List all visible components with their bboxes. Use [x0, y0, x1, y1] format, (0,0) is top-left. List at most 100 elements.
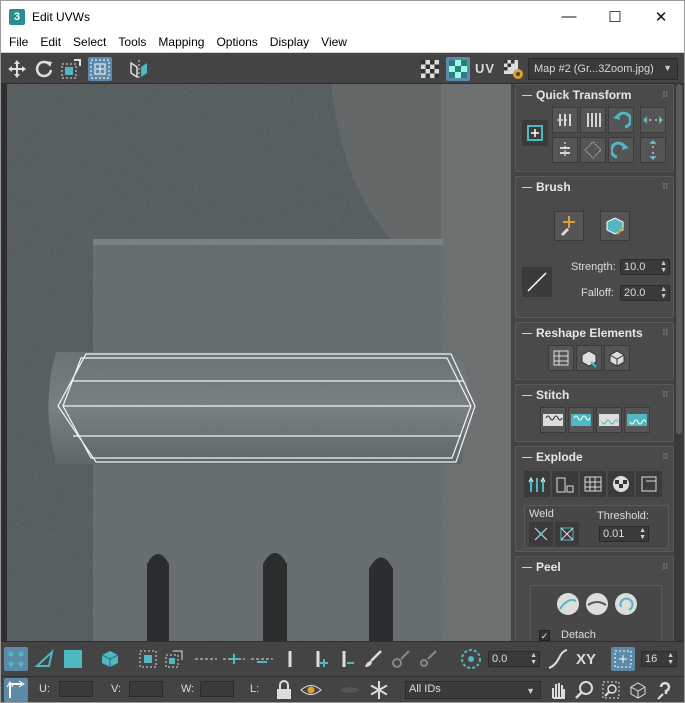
set-pivot-button[interactable] [522, 120, 548, 146]
zoom-button[interactable] [572, 678, 596, 702]
panel-scrollbar[interactable] [674, 84, 684, 641]
paint-select-button[interactable] [361, 647, 385, 671]
freeze-selection-button[interactable] [367, 678, 391, 702]
checker-pattern-button[interactable] [418, 57, 442, 81]
falloff-space-label[interactable]: XY [576, 651, 596, 668]
help-button[interactable] [653, 678, 677, 702]
rotate-tool-button[interactable] [32, 57, 56, 81]
stitch-custom-button[interactable] [624, 407, 650, 433]
vertex-mode-button[interactable] [4, 647, 28, 671]
w-field[interactable] [200, 681, 234, 697]
mirror-tool-button[interactable] [127, 57, 151, 81]
v-field[interactable] [129, 681, 163, 697]
straighten-selection-button[interactable] [548, 345, 574, 371]
reshape-elements-header[interactable]: — Reshape Elements ⁞⁞ [516, 323, 673, 343]
paint-brush-icon [365, 650, 382, 667]
shrink-selection-button[interactable] [162, 647, 186, 671]
peel-mode-button[interactable] [584, 591, 610, 617]
polygon-mode-button[interactable] [61, 647, 85, 671]
enlarge-brush-button[interactable] [389, 647, 413, 671]
break-button[interactable] [524, 471, 550, 497]
pan-button[interactable] [546, 678, 570, 702]
straighten-button[interactable] [580, 137, 606, 163]
minimize-button[interactable]: — [546, 1, 592, 32]
zoom-extents-button[interactable] [626, 678, 650, 702]
stitch-header[interactable]: — Stitch ⁞⁞ [516, 385, 673, 405]
rotate-ccw-button[interactable] [608, 107, 634, 133]
space-vertical-button[interactable] [640, 137, 666, 163]
align-cross-button[interactable] [552, 137, 578, 163]
menu-file[interactable]: File [1, 33, 34, 52]
falloff-distance-field[interactable]: 0.0 ▲ ▼ [488, 651, 540, 667]
loop-remove-button[interactable] [250, 647, 274, 671]
quick-peel-button[interactable] [555, 591, 581, 617]
uv-mode-label[interactable]: UV [475, 61, 495, 76]
panel-scrollbar-thumb[interactable] [676, 84, 682, 434]
threshold-spinner[interactable]: 0.01 ▲ ▼ [599, 526, 649, 542]
flatten-by-material-button[interactable] [608, 471, 634, 497]
flatten-by-smoothing-button[interactable] [552, 471, 578, 497]
scale-tool-button[interactable] [59, 57, 83, 81]
stitch-to-source-button[interactable] [596, 407, 622, 433]
loop-add-button[interactable] [222, 647, 246, 671]
brush-header[interactable]: — Brush ⁞⁞ [516, 177, 673, 197]
menu-tools[interactable]: Tools [112, 33, 152, 52]
loop-grow-button[interactable] [194, 647, 218, 671]
menu-edit[interactable]: Edit [34, 33, 67, 52]
menu-options[interactable]: Options [210, 33, 263, 52]
soft-selection-button[interactable] [459, 647, 483, 671]
relax-settings-button[interactable] [604, 345, 630, 371]
reset-peel-button[interactable] [613, 591, 639, 617]
u-field[interactable] [59, 681, 93, 697]
menu-view[interactable]: View [315, 33, 353, 52]
weld-all-button[interactable] [555, 522, 579, 546]
element-mode-button[interactable] [98, 647, 122, 671]
falloff-curve-icon [527, 272, 547, 292]
flatten-by-polygon-button[interactable] [580, 471, 606, 497]
show-all-button[interactable] [338, 678, 362, 702]
stitch-to-average-button[interactable] [568, 407, 594, 433]
menu-select[interactable]: Select [67, 33, 112, 52]
brush-falloff-type-button[interactable] [522, 267, 552, 297]
stitch-to-target-button[interactable] [540, 407, 566, 433]
limit-selection-button[interactable] [611, 647, 635, 671]
lock-selection-button[interactable] [272, 678, 296, 702]
weld-selected-button[interactable] [529, 522, 553, 546]
quick-transform-header[interactable]: — Quick Transform ⁞⁞ [516, 85, 673, 105]
edge-mode-button[interactable] [33, 647, 57, 671]
relax-button[interactable] [576, 345, 602, 371]
close-button[interactable]: ✕ [638, 1, 684, 32]
material-ids-dropdown[interactable]: All IDs ▼ [405, 681, 541, 699]
freeform-tool-button[interactable] [88, 57, 112, 81]
shrink-brush-button[interactable] [416, 647, 440, 671]
strength-spinner[interactable]: 10.0 ▲ ▼ [620, 259, 670, 275]
map-select-dropdown[interactable]: Map #2 (Gr...3Zoom.jpg) ▼ [528, 58, 678, 80]
uv-transform-mode-button[interactable] [4, 678, 28, 702]
grid-snap-field[interactable]: 16 ▲ ▼ [641, 651, 677, 667]
ring-add-button[interactable] [308, 647, 332, 671]
paint-move-button[interactable] [554, 211, 584, 241]
falloff-type-button[interactable] [546, 647, 570, 671]
falloff-spinner[interactable]: 20.0 ▲ ▼ [620, 285, 670, 301]
menu-display[interactable]: Display [264, 33, 315, 52]
hide-selection-button[interactable] [299, 678, 323, 702]
relax-brush-button[interactable] [600, 211, 630, 241]
menu-mapping[interactable]: Mapping [152, 33, 210, 52]
detach-checkbox[interactable]: ✓ [539, 630, 550, 641]
maximize-button[interactable]: ☐ [592, 1, 638, 32]
align-horizontal-button[interactable] [552, 107, 578, 133]
grow-selection-button[interactable] [136, 647, 160, 671]
align-vertical-button[interactable] [580, 107, 606, 133]
explode-header[interactable]: — Explode ⁞⁞ [516, 447, 673, 467]
rotate-cw-button[interactable] [608, 137, 634, 163]
space-horizontal-button[interactable] [640, 107, 666, 133]
zoom-region-button[interactable] [599, 678, 623, 702]
map-settings-button[interactable] [501, 57, 525, 81]
uv-viewport[interactable] [1, 84, 511, 641]
ring-button[interactable] [278, 647, 302, 671]
flatten-by-element-button[interactable] [636, 471, 662, 497]
peel-header[interactable]: — Peel ⁞⁞ [516, 557, 673, 577]
show-map-button[interactable] [446, 57, 470, 81]
ring-remove-button[interactable] [334, 647, 358, 671]
move-tool-button[interactable] [5, 57, 29, 81]
